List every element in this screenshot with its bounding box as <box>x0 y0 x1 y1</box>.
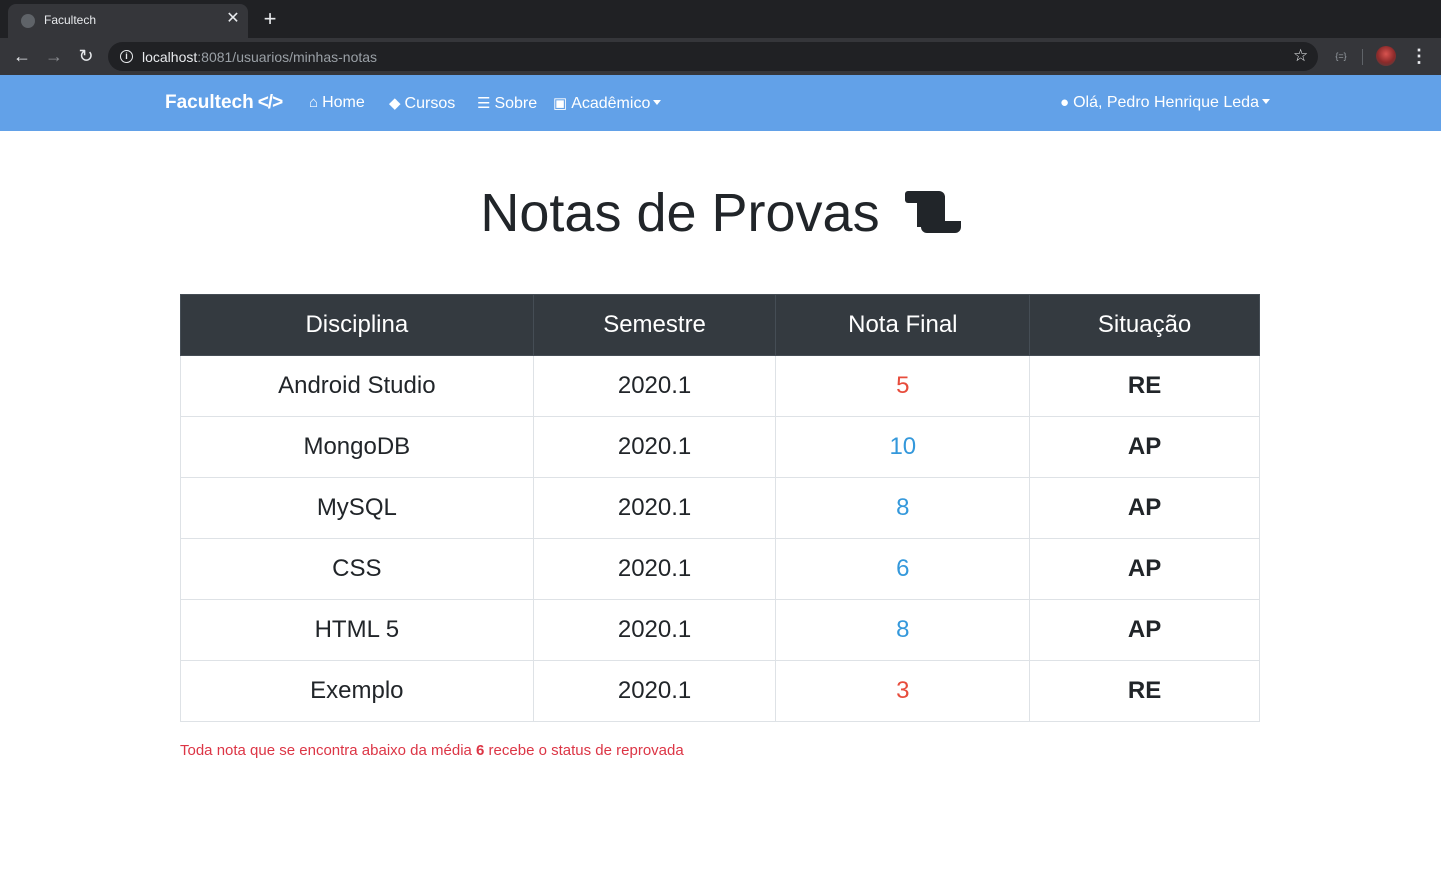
column-header-situacao: Situação <box>1029 294 1260 356</box>
page-title: Notas de Provas <box>0 182 1441 244</box>
cell-semestre: 2020.1 <box>532 355 777 417</box>
column-header-disciplina: Disciplina <box>180 294 534 356</box>
note-text-after: recebe o status de reprovada <box>484 742 684 759</box>
cell-disciplina: MySQL <box>180 477 534 539</box>
cell-semestre: 2020.1 <box>532 477 777 539</box>
kebab-menu-icon[interactable]: ⋮ <box>1410 46 1428 66</box>
home-icon: ⌂ <box>309 94 319 111</box>
nav-item-label: Acadêmico <box>571 95 651 112</box>
cell-nota: 5 <box>775 355 1031 417</box>
scroll-icon <box>904 187 961 235</box>
cell-disciplina: CSS <box>180 538 534 600</box>
cell-nota: 10 <box>775 416 1031 478</box>
nav-item-home[interactable]: ⌂ Home <box>309 94 365 112</box>
brand-link[interactable]: Facultech </> <box>165 92 284 114</box>
address-bar[interactable]: i localhost:8081/usuarios/minhas-notas ☆ <box>108 42 1318 71</box>
tab-title: Facultech <box>44 13 97 27</box>
table-row: MySQL 2020.1 8 AP <box>180 477 1260 539</box>
cell-nota: 6 <box>775 538 1031 600</box>
table-row: HTML 5 2020.1 8 AP <box>180 599 1260 661</box>
column-header-nota-final: Nota Final <box>775 294 1031 356</box>
grade-policy-note: Toda nota que se encontra abaixo da médi… <box>180 742 684 759</box>
graduation-cap-icon: ◆ <box>389 95 401 112</box>
user-menu[interactable]: ● Olá, Pedro Henrique Leda <box>1060 94 1270 112</box>
list-icon: ☰ <box>477 95 491 112</box>
cell-disciplina: MongoDB <box>180 416 534 478</box>
cell-nota: 8 <box>775 599 1031 661</box>
back-icon[interactable]: ← <box>12 46 32 66</box>
grades-table: Disciplina Semestre Nota Final Situação … <box>180 294 1260 722</box>
table-row: Android Studio 2020.1 5 RE <box>180 355 1260 417</box>
cell-situacao: AP <box>1029 538 1260 600</box>
note-text-before: Toda nota que se encontra abaixo da médi… <box>180 742 477 759</box>
reload-icon[interactable]: ↻ <box>76 46 96 66</box>
cell-semestre: 2020.1 <box>532 660 777 722</box>
chevron-down-icon <box>653 100 662 106</box>
cell-situacao: RE <box>1029 660 1260 722</box>
cell-disciplina: Android Studio <box>180 355 534 417</box>
cell-disciplina: Exemplo <box>180 660 534 722</box>
cell-semestre: 2020.1 <box>532 538 777 600</box>
brand-name: Facultech <box>165 92 254 113</box>
cell-situacao: AP <box>1029 416 1260 478</box>
close-icon[interactable]: ✕ <box>224 10 242 28</box>
cell-situacao: AP <box>1029 477 1260 539</box>
cell-nota: 3 <box>775 660 1031 722</box>
nav-item-sobre[interactable]: ☰ Sobre <box>477 94 537 113</box>
column-header-semestre: Semestre <box>532 294 777 356</box>
chevron-down-icon <box>1261 99 1270 105</box>
nav-item-label: Sobre <box>494 95 538 112</box>
extension-icon[interactable]: {=} <box>1334 50 1348 62</box>
forward-icon[interactable]: → <box>44 46 64 66</box>
url-path: :8081/usuarios/minhas-notas <box>197 49 378 65</box>
nav-item-academico[interactable]: ▣ Acadêmico <box>553 94 662 113</box>
browser-tab-bar: Facultech ✕ + <box>0 0 1441 38</box>
bookmark-star-icon[interactable]: ☆ <box>1293 46 1308 66</box>
globe-icon <box>21 14 35 28</box>
nav-item-label: Cursos <box>404 95 456 112</box>
url-host: localhost <box>142 49 198 65</box>
nav-item-cursos[interactable]: ◆ Cursos <box>389 94 455 113</box>
site-navbar: Facultech </> ⌂ Home ◆ Cursos ☰ Sobre ▣ Acadê… <box>0 75 1441 131</box>
page-title-text: Notas de Provas <box>480 183 880 243</box>
info-icon[interactable]: i <box>120 50 133 63</box>
table-header-row: Disciplina Semestre Nota Final Situação <box>180 294 1260 356</box>
user-icon: ● <box>1060 94 1070 111</box>
cell-situacao: RE <box>1029 355 1260 417</box>
nav-item-label: Home <box>322 94 365 111</box>
cell-nota: 8 <box>775 477 1031 539</box>
cell-semestre: 2020.1 <box>532 416 777 478</box>
reader-icon: ▣ <box>553 95 568 112</box>
browser-tab[interactable]: Facultech ✕ <box>8 4 248 38</box>
table-row: MongoDB 2020.1 10 AP <box>180 416 1260 478</box>
cell-semestre: 2020.1 <box>532 599 777 661</box>
toolbar-divider <box>1362 49 1363 65</box>
cell-situacao: AP <box>1029 599 1260 661</box>
profile-avatar[interactable] <box>1376 46 1396 66</box>
new-tab-icon[interactable]: + <box>260 8 280 30</box>
url-text[interactable]: localhost:8081/usuarios/minhas-notas <box>142 49 377 65</box>
table-row: Exemplo 2020.1 3 RE <box>180 660 1260 722</box>
cell-disciplina: HTML 5 <box>180 599 534 661</box>
table-row: CSS 2020.1 6 AP <box>180 538 1260 600</box>
code-icon: </> <box>257 92 284 113</box>
browser-toolbar: ← → ↻ i localhost:8081/usuarios/minhas-n… <box>0 38 1441 75</box>
user-greeting: Olá, Pedro Henrique Leda <box>1073 94 1259 111</box>
